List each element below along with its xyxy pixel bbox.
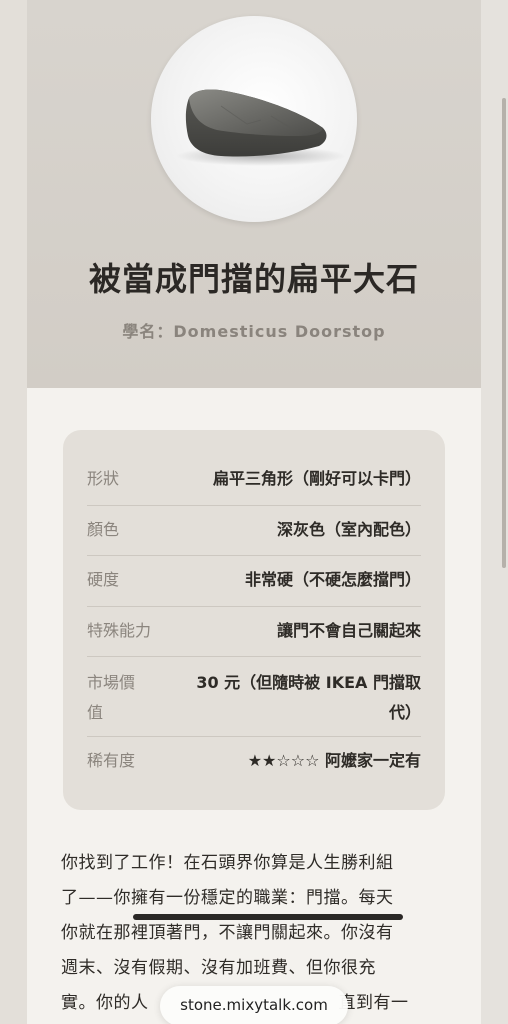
attribute-value: 非常硬（不硬怎麼擋門） [244, 570, 421, 589]
page-scrollbar[interactable] [502, 98, 506, 568]
scientific-name: 學名：Domesticus Doorstop [122, 322, 386, 341]
page-title: 被當成門擋的扁平大石 [88, 260, 419, 298]
attribute-label: 特殊能力 [87, 621, 152, 640]
attribute-value-line: 30 元（但隨時被 IKEA 門擋取 [196, 673, 421, 692]
attribute-row-ability: 特殊能力 讓門不會自己關起來 [87, 616, 421, 646]
row-divider [87, 555, 421, 556]
row-divider [87, 736, 421, 737]
attribute-label: 市場價 值 [87, 668, 167, 728]
content-column: 被當成門擋的扁平大石 學名：Domesticus Doorstop 形狀 扁平三… [27, 0, 481, 1024]
story-line: 週末、沒有假期、沒有加班費、但你很充 [61, 958, 376, 978]
story-line-end: 直到有一 [338, 993, 409, 1013]
hero-section: 被當成門擋的扁平大石 學名：Domesticus Doorstop [27, 0, 481, 388]
attribute-value: ★★☆☆☆ 阿嬤家一定有 [247, 751, 421, 770]
attribute-label: 形狀 [87, 469, 120, 488]
attribute-row-color: 顏色 深灰色（室內配色） [87, 515, 421, 545]
story-line: 了——你擁有一份穩定的職業：門擋。每天 [61, 888, 394, 908]
attribute-value: 深灰色（室內配色） [276, 520, 421, 539]
flat-stone-image [176, 89, 346, 166]
attribute-row-shape: 形狀 扁平三角形（剛好可以卡門） [87, 464, 421, 494]
left-margin [0, 0, 27, 1024]
attribute-value: 30 元（但隨時被 IKEA 門擋取 代） [167, 668, 421, 728]
attribute-label: 稀有度 [87, 751, 136, 770]
story-line-start: 實。你的人 [61, 993, 149, 1013]
attribute-label: 顏色 [87, 520, 120, 539]
url-bar[interactable]: stone.mixytalk.com [160, 986, 348, 1024]
stone-avatar [151, 16, 357, 222]
row-divider [87, 606, 421, 607]
attribute-label: 硬度 [87, 570, 120, 589]
attribute-row-rarity: 稀有度 ★★☆☆☆ 阿嬤家一定有 [87, 746, 421, 776]
attribute-row-hardness: 硬度 非常硬（不硬怎麼擋門） [87, 565, 421, 595]
story-line: 你找到了工作！在石頭界你算是人生勝利組 [61, 853, 394, 873]
right-margin [481, 0, 508, 1024]
row-divider [87, 505, 421, 506]
attribute-value-line: 代） [388, 703, 421, 722]
attribute-label-line: 值 [87, 703, 104, 722]
attribute-value: 扁平三角形（剛好可以卡門） [212, 469, 421, 488]
story-line: 你就在那裡頂著門，不讓門關起來。你沒有 [61, 923, 394, 943]
toolbar-handle[interactable] [133, 914, 403, 920]
attribute-row-market-value: 市場價 值 30 元（但隨時被 IKEA 門擋取 代） [87, 668, 421, 728]
attributes-card: 形狀 扁平三角形（剛好可以卡門） 顏色 深灰色（室內配色） 硬度 非常硬（不硬怎… [63, 430, 445, 810]
attribute-value: 讓門不會自己關起來 [276, 621, 421, 640]
row-divider [87, 656, 421, 657]
attribute-label-line: 市場價 [87, 673, 136, 692]
